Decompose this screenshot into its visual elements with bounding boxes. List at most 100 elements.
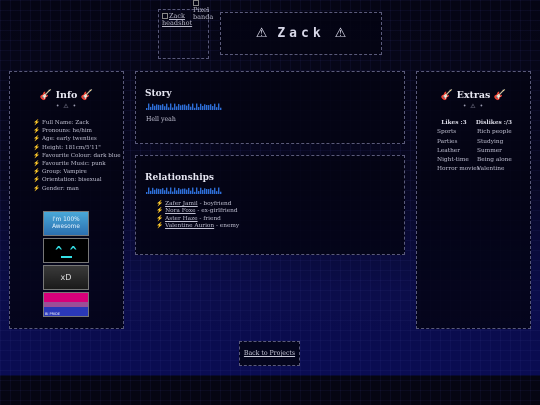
equalizer-bar	[150, 190, 152, 194]
equalizer-bar	[164, 106, 166, 110]
lightning-icon: ⚡	[33, 152, 40, 159]
equalizer-bar	[202, 189, 204, 194]
dislikes-header: Dislikes :/3	[475, 120, 513, 126]
back-button[interactable]: Back to Projects	[239, 341, 300, 366]
relationship-link[interactable]: Valentine Aurion	[165, 223, 214, 229]
list-item: ⚡ Orientation: bisexual	[33, 176, 123, 184]
list-item: Summer	[477, 147, 502, 154]
divider: • ⚠ •	[55, 103, 78, 110]
fact-text: Age: early twenties	[41, 136, 97, 143]
equalizer-bar	[154, 189, 156, 194]
equalizer-bar	[154, 105, 156, 110]
equalizer-bar	[188, 103, 190, 110]
equalizer-bar	[168, 107, 170, 110]
extras-panel: 🎸 Extras 🎸 • ⚠ • Likes :3 Sports Parties…	[416, 71, 531, 329]
list-item: ⚡ Pronouns: he/him	[33, 127, 123, 135]
list-item: ⚡ Age: early twenties	[33, 135, 123, 143]
equalizer-bar	[186, 105, 188, 110]
back-to-projects-link[interactable]: Back to Projects	[244, 350, 295, 357]
equalizer-bar	[210, 188, 212, 194]
extras-title: 🎸 Extras 🎸	[417, 90, 530, 101]
info-title-label: Info	[55, 90, 78, 101]
equalizer-bar	[206, 188, 208, 194]
equalizer-bar	[208, 189, 210, 194]
story-title: Story	[145, 89, 172, 99]
stamp-awesome: I'm 100% Awesome	[43, 211, 89, 236]
equalizer-bar	[188, 187, 190, 194]
fact-text: Height: 181cm/5'11"	[41, 144, 101, 151]
equalizer-bar	[150, 106, 152, 110]
equalizer-bar	[152, 187, 154, 194]
list-item: ⚡ Aster Haze - friend	[156, 216, 404, 223]
guitar-icon: 🎸	[440, 90, 454, 101]
equalizer-bar	[196, 103, 198, 110]
equalizer-bar	[202, 105, 204, 110]
relationships-title: Relationships	[145, 173, 214, 183]
divider: • ⚠ •	[462, 103, 485, 110]
lightning-icon: ⚡	[33, 161, 40, 168]
list-item: ⚡ Full Name: Zack	[33, 119, 123, 127]
list-item: ⚡ Height: 181cm/5'11"	[33, 144, 123, 152]
warning-icon: ⚠	[334, 26, 347, 41]
relationship-type: - enemy	[214, 222, 240, 229]
equalizer-bar	[174, 187, 176, 194]
stamp-collection: I'm 100% Awesome ^ ^ xD BI PRIDE	[43, 211, 91, 319]
relationship-link[interactable]: Zafer Jamil	[165, 201, 198, 207]
equalizer-bar	[160, 105, 162, 110]
equalizer-bar	[216, 107, 218, 110]
lightning-icon: ⚡	[33, 128, 40, 135]
equalizer-bar	[170, 187, 172, 194]
character-name: Zack	[277, 26, 325, 41]
fact-text: Full Name: Zack	[41, 120, 90, 126]
guitar-icon: 🎸	[39, 90, 53, 101]
relationship-type: - boyfriend	[197, 201, 232, 207]
equalizer-bar	[206, 104, 208, 110]
equalizer-bar	[172, 191, 174, 194]
lightning-icon: ⚡	[33, 177, 40, 184]
equalizer-bar	[146, 108, 148, 110]
equalizer-divider	[146, 187, 222, 194]
list-item: ⚡ Favourite Colour: dark blue	[33, 152, 123, 160]
equalizer-bar	[220, 107, 222, 110]
equalizer-bar	[218, 187, 220, 194]
equalizer-bar	[182, 104, 184, 110]
equalizer-bar	[196, 187, 198, 194]
fact-text: Gender: man	[41, 185, 79, 192]
list-item: Parties	[437, 138, 458, 145]
equalizer-bar	[204, 188, 206, 194]
banner-alt-label: Pixel banda	[193, 6, 214, 21]
equalizer-bar	[200, 187, 202, 194]
list-item: Being alone	[477, 157, 512, 164]
list-item: ⚡ Valentine Aurion - enemy	[156, 223, 404, 230]
equalizer-bar	[214, 103, 216, 110]
fact-text: Favourite Music: punk	[41, 161, 106, 168]
banner-image: Pixel banda	[193, 0, 215, 21]
equalizer-bar	[164, 190, 166, 194]
lightning-icon: ⚡	[33, 169, 40, 176]
relationship-link[interactable]: Nora Foxe	[165, 208, 196, 214]
list-item: ⚡ Nora Foxe - ex-girlfriend	[156, 208, 404, 215]
equalizer-bar	[194, 107, 196, 110]
stamp-xd: xD	[43, 265, 89, 290]
equalizer-divider	[146, 103, 222, 110]
equalizer-bar	[200, 103, 202, 110]
equalizer-bar	[190, 190, 192, 194]
equalizer-bar	[172, 107, 174, 110]
equalizer-bar	[204, 104, 206, 110]
stamp-text: BI PRIDE	[45, 312, 61, 316]
equalizer-bar	[210, 104, 212, 110]
equalizer-bar	[178, 188, 180, 194]
equalizer-bar	[158, 104, 160, 110]
relationship-link[interactable]: Aster Haze	[165, 216, 198, 222]
equalizer-bar	[214, 187, 216, 194]
equalizer-bar	[198, 191, 200, 194]
list-item: Night-time	[437, 157, 469, 164]
equalizer-bar	[156, 188, 158, 194]
story-panel: Story Hell yeah	[135, 71, 405, 144]
list-item: Leather	[437, 147, 461, 154]
equalizer-bar	[156, 104, 158, 110]
equalizer-bar	[166, 103, 168, 110]
fact-text: Favourite Colour: dark blue	[41, 152, 121, 159]
equalizer-bar	[178, 104, 180, 110]
equalizer-bar	[192, 103, 194, 110]
